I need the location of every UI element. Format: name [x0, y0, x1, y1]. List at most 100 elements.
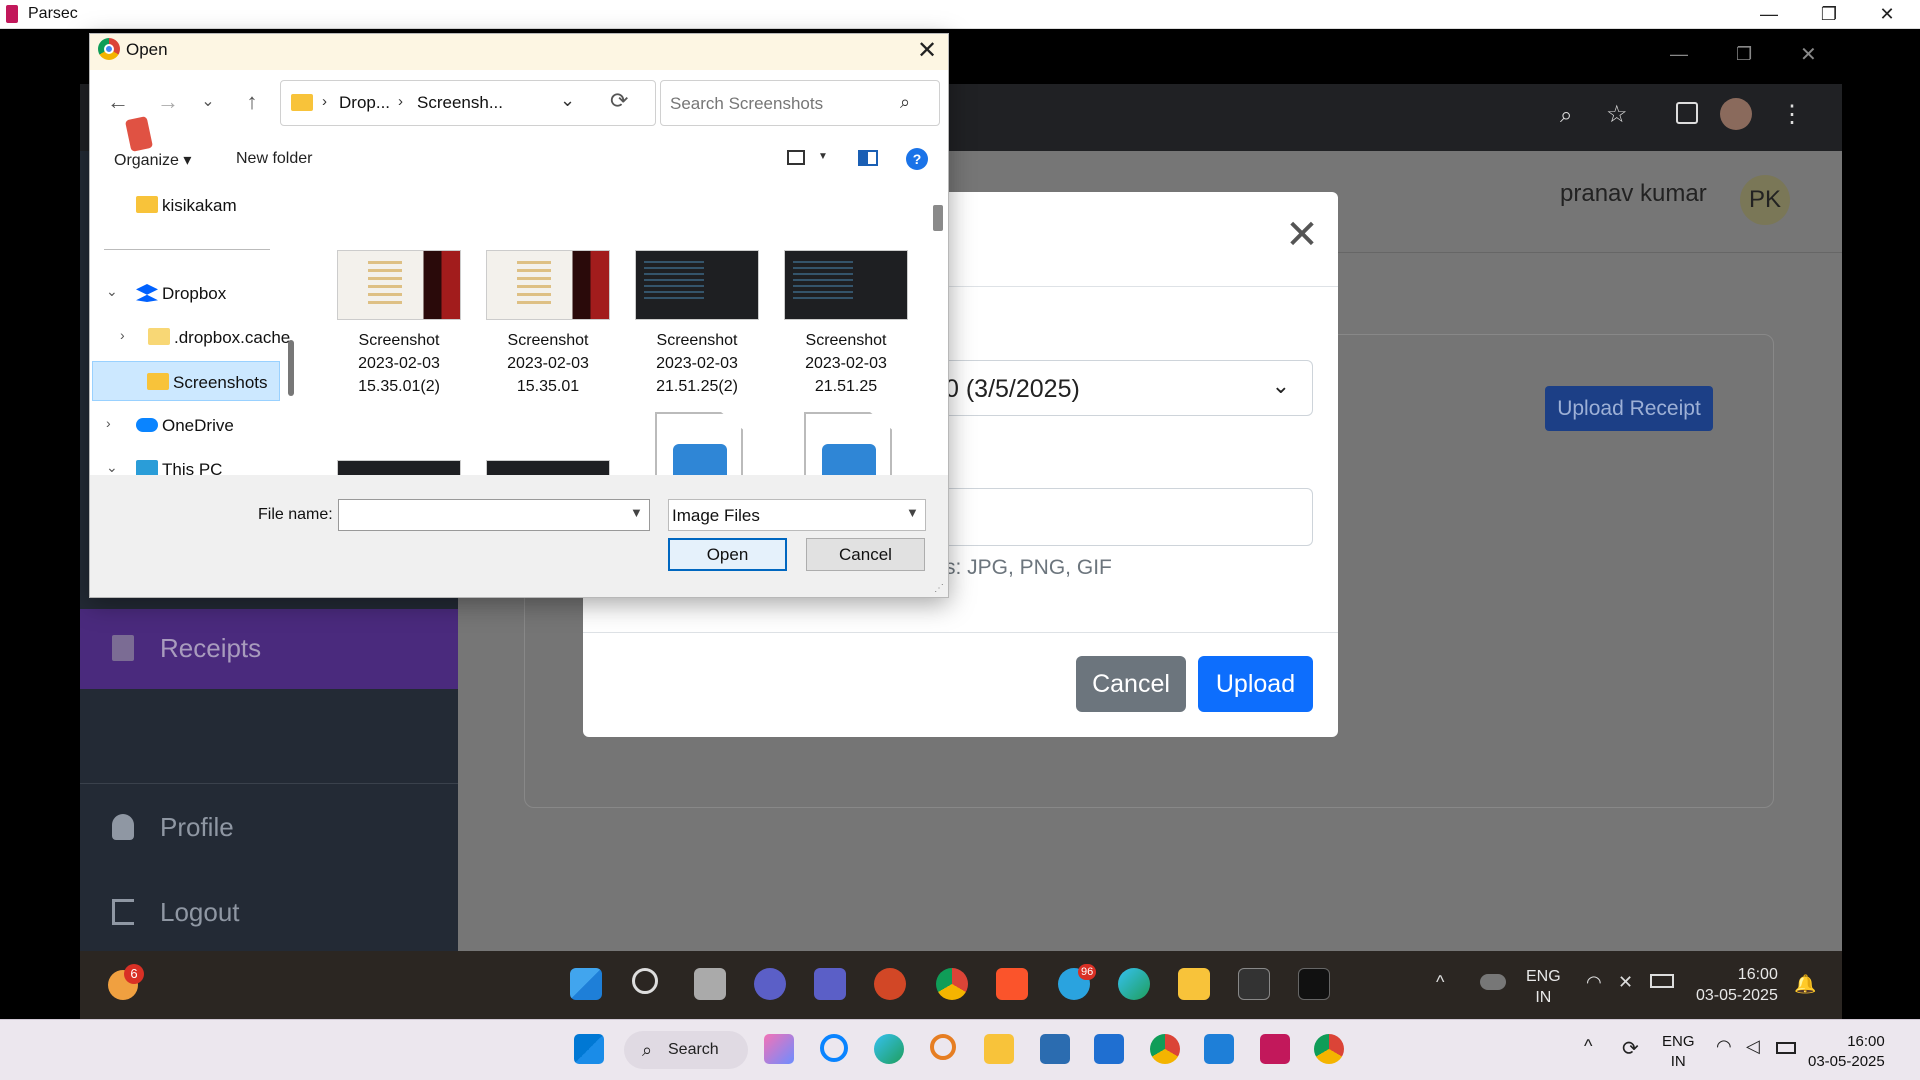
- image-file-icon[interactable]: [655, 412, 743, 482]
- app-icon[interactable]: [1298, 968, 1330, 1000]
- modal-upload-button[interactable]: Upload: [1198, 656, 1313, 712]
- cancel-button[interactable]: Cancel: [806, 538, 925, 571]
- chevron-down-icon[interactable]: ▼: [906, 505, 919, 520]
- file-thumbnail[interactable]: [784, 250, 908, 320]
- sidebar-item-logout[interactable]: Logout: [80, 873, 458, 953]
- profile-avatar[interactable]: [1720, 98, 1752, 130]
- receipt-select[interactable]: 0 (3/5/2025) ⌄: [920, 360, 1313, 416]
- terminal-icon[interactable]: [1238, 968, 1270, 1000]
- chevron-down-icon[interactable]: ⌄: [106, 283, 118, 300]
- help-icon[interactable]: ?: [906, 148, 928, 170]
- tree-item-kisikakam[interactable]: kisikakam: [92, 185, 280, 225]
- view-chevron-down-icon[interactable]: ▼: [818, 151, 828, 162]
- refresh-icon[interactable]: ⟳: [610, 88, 628, 114]
- copilot-icon[interactable]: [764, 1034, 794, 1064]
- chevron-up-icon[interactable]: ^: [1436, 972, 1444, 993]
- chevron-down-icon[interactable]: ⌄: [106, 459, 118, 475]
- tree-item-dropbox-cache[interactable]: › .dropbox.cache: [92, 317, 290, 357]
- notifications-icon[interactable]: 🔔: [1794, 974, 1816, 995]
- remote-restore-icon[interactable]: ❐: [1736, 44, 1752, 65]
- store-icon[interactable]: [1040, 1034, 1070, 1064]
- chrome-icon[interactable]: [1150, 1034, 1180, 1064]
- file-input[interactable]: [920, 488, 1313, 546]
- sync-icon[interactable]: ⟳: [1622, 1036, 1639, 1061]
- restore-button[interactable]: ❐: [1806, 0, 1852, 29]
- address-chevron-down-icon[interactable]: ⌄: [560, 90, 575, 111]
- wifi-icon[interactable]: ◠: [1716, 1036, 1732, 1057]
- open-button[interactable]: Open: [668, 538, 787, 571]
- breadcrumb-item[interactable]: Screensh...: [417, 93, 503, 113]
- file-name[interactable]: Screenshot 2023-02-03 15.35.01(2): [329, 329, 469, 398]
- start-icon[interactable]: [570, 968, 602, 1000]
- organize-button[interactable]: Organize ▾: [114, 150, 191, 170]
- vscode-icon[interactable]: [1204, 1034, 1234, 1064]
- close-button[interactable]: ✕: [1864, 0, 1910, 29]
- edge-icon[interactable]: [1118, 968, 1150, 1000]
- back-arrow-icon[interactable]: ←: [104, 88, 132, 116]
- modal-close-icon[interactable]: ✕: [1285, 215, 1319, 255]
- view-options-icon[interactable]: [787, 150, 805, 165]
- language-indicator[interactable]: ENG IN: [1526, 966, 1561, 1008]
- resize-grip-icon[interactable]: ⋰: [934, 583, 944, 594]
- sidebar-item-receipts[interactable]: Receipts: [80, 609, 458, 689]
- minimize-button[interactable]: —: [1746, 0, 1792, 29]
- remote-close-icon[interactable]: ✕: [1800, 42, 1817, 67]
- chevron-down-icon[interactable]: ▼: [630, 505, 643, 520]
- file-thumbnail[interactable]: [486, 250, 610, 320]
- wifi-icon[interactable]: ◠: [1586, 972, 1602, 993]
- remote-clock[interactable]: 16:00 03-05-2025: [1696, 964, 1778, 1006]
- upload-receipt-button[interactable]: Upload Receipt: [1545, 386, 1713, 431]
- more-menu-icon[interactable]: ⋮: [1780, 100, 1804, 129]
- preview-pane-icon[interactable]: [858, 150, 878, 166]
- search-app-icon[interactable]: [930, 1034, 956, 1060]
- brave-icon[interactable]: [996, 968, 1028, 1000]
- file-name[interactable]: Screenshot 2023-02-03 15.35.01: [478, 329, 618, 398]
- tree-item-this-pc[interactable]: ⌄ This PC: [92, 449, 280, 475]
- sidebar-item-profile[interactable]: Profile: [80, 788, 458, 868]
- extensions-icon[interactable]: [1676, 102, 1698, 124]
- edge-icon[interactable]: [874, 1034, 904, 1064]
- teams-icon[interactable]: [814, 968, 846, 1000]
- tree-item-screenshots[interactable]: Screenshots: [92, 361, 280, 401]
- onedrive-icon[interactable]: [1480, 974, 1506, 990]
- bookmark-star-icon[interactable]: ☆: [1606, 100, 1628, 129]
- cortana-icon[interactable]: [820, 1034, 848, 1062]
- image-file-icon[interactable]: [804, 412, 892, 482]
- dialog-close-button[interactable]: ✕: [912, 36, 942, 66]
- parsec-icon[interactable]: [1260, 1034, 1290, 1064]
- file-explorer-icon[interactable]: [984, 1034, 1014, 1064]
- file-name[interactable]: Screenshot 2023-02-03 21.51.25(2): [627, 329, 767, 398]
- up-arrow-icon[interactable]: ↑: [238, 88, 266, 116]
- forward-arrow-icon[interactable]: →: [154, 88, 182, 116]
- task-view-icon[interactable]: [694, 968, 726, 1000]
- zoom-icon[interactable]: ⌕: [1560, 102, 1572, 128]
- tree-item-onedrive[interactable]: › OneDrive: [92, 405, 280, 445]
- remote-minimize-icon[interactable]: —: [1670, 44, 1688, 65]
- app-icon[interactable]: [1094, 1034, 1124, 1064]
- file-type-select[interactable]: Image Files: [668, 499, 926, 531]
- chrome-icon[interactable]: [936, 968, 968, 1000]
- start-icon[interactable]: [574, 1034, 604, 1064]
- battery-icon[interactable]: [1776, 1042, 1796, 1054]
- file-explorer-icon[interactable]: [1178, 968, 1210, 1000]
- file-name-input[interactable]: [338, 499, 650, 531]
- file-name[interactable]: Screenshot 2023-02-03 21.51.25: [776, 329, 916, 398]
- tree-item-dropbox[interactable]: ⌄ Dropbox: [92, 273, 280, 313]
- file-list-scrollbar[interactable]: [933, 205, 943, 231]
- breadcrumb-item[interactable]: Drop...: [339, 93, 390, 113]
- search-icon[interactable]: ⌕: [900, 92, 910, 113]
- host-clock[interactable]: 16:00 03-05-2025: [1808, 1032, 1885, 1072]
- volume-icon[interactable]: ◁: [1746, 1036, 1760, 1057]
- file-thumbnail[interactable]: [635, 250, 759, 320]
- powerpoint-icon[interactable]: [874, 968, 906, 1000]
- new-folder-button[interactable]: New folder: [236, 150, 312, 168]
- chevron-up-icon[interactable]: ^: [1584, 1036, 1592, 1057]
- nav-pane-scrollbar[interactable]: [288, 340, 294, 396]
- chrome-icon[interactable]: [1314, 1034, 1344, 1064]
- user-avatar[interactable]: PK: [1740, 175, 1790, 225]
- recent-locations-chevron-icon[interactable]: ⌄: [194, 88, 222, 116]
- modal-cancel-button[interactable]: Cancel: [1076, 656, 1186, 712]
- chevron-right-icon[interactable]: ›: [106, 415, 111, 431]
- battery-icon[interactable]: [1650, 974, 1674, 988]
- volume-muted-icon[interactable]: ✕: [1618, 972, 1633, 993]
